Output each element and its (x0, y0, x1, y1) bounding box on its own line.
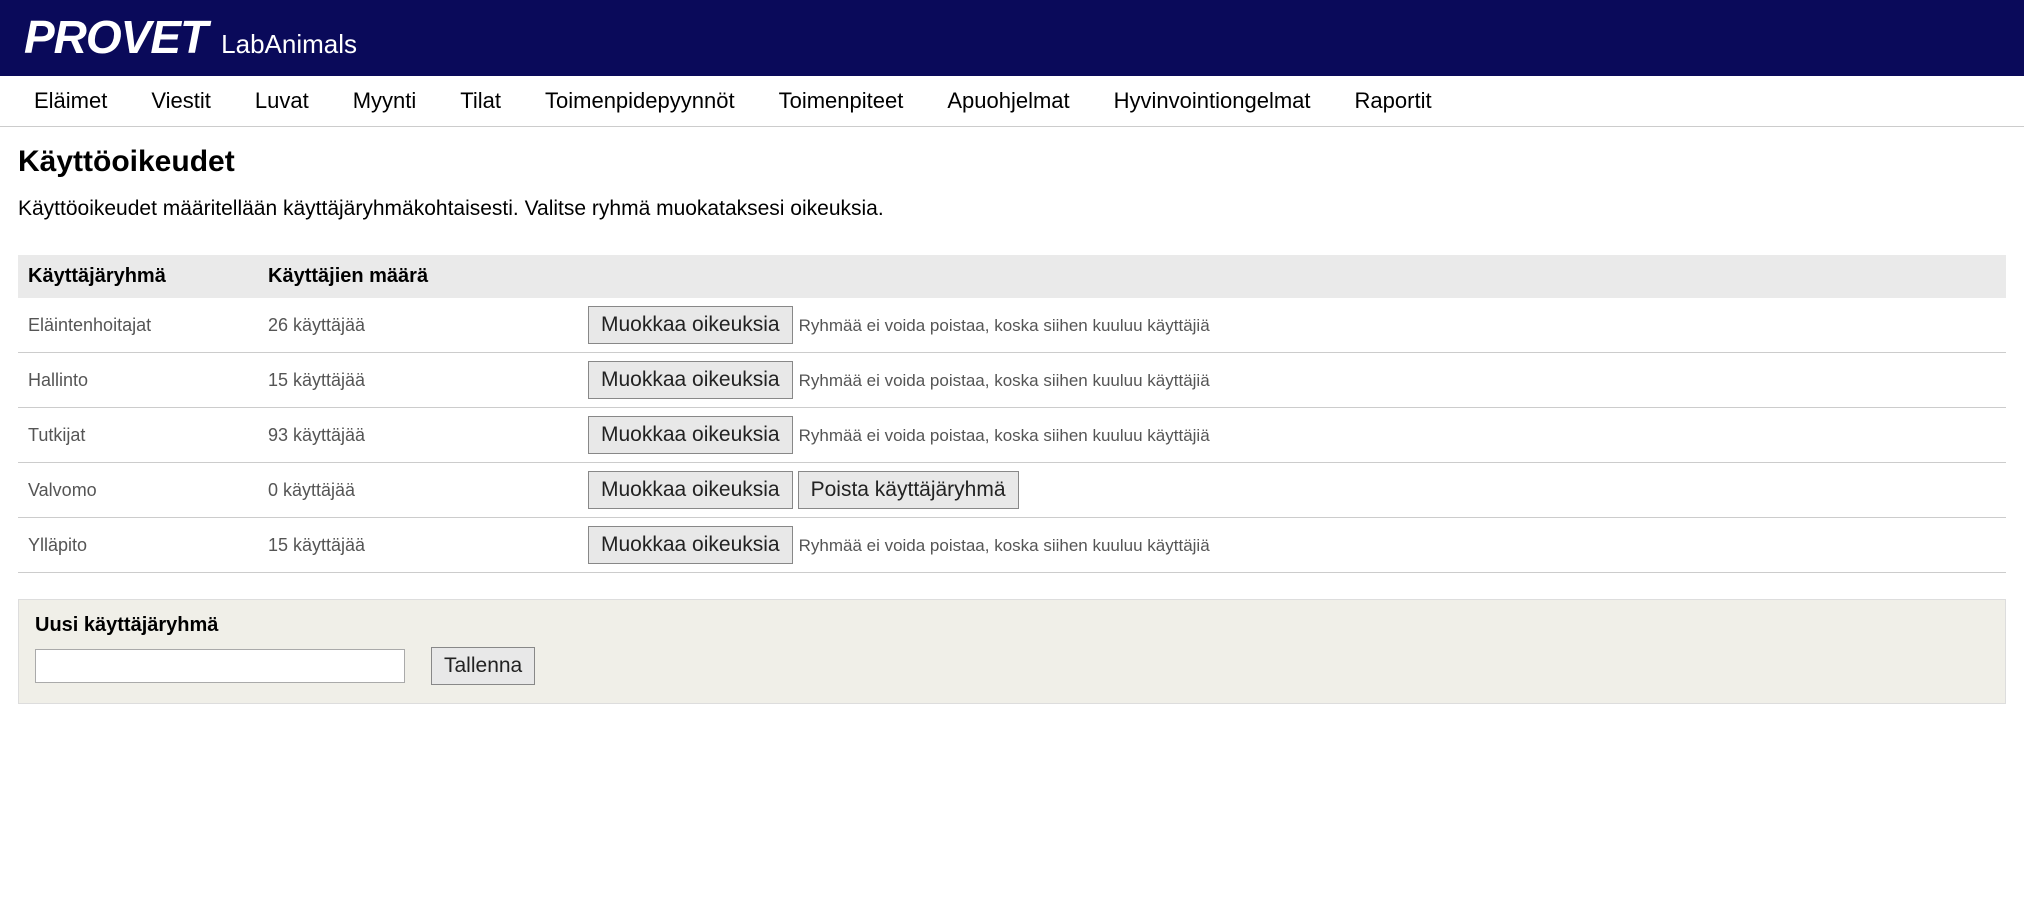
cannot-delete-note: Ryhmää ei voida poistaa, koska siihen ku… (799, 371, 1210, 390)
table-row: Tutkijat93 käyttäjää Muokkaa oikeuksia Ryh… (18, 408, 2006, 463)
page-title: Käyttöoikeudet (18, 145, 2006, 179)
group-count: 15 käyttäjää (258, 353, 578, 408)
edit-permissions-button[interactable]: Muokkaa oikeuksia (588, 306, 793, 344)
table-row: Ylläpito15 käyttäjää Muokkaa oikeuksia Ryh… (18, 518, 2006, 573)
table-row: Eläintenhoitajat26 käyttäjääMuokkaa oike… (18, 298, 2006, 353)
nav-item-elainmet[interactable]: Eläimet (12, 76, 129, 126)
save-button[interactable]: Tallenna (431, 647, 535, 685)
new-group-title: Uusi käyttäjäryhmä (35, 614, 1989, 637)
group-actions: Muokkaa oikeuksia Poista käyttäjäryhmä (578, 463, 2006, 518)
group-actions: Muokkaa oikeuksia Ryhmää ei voida poistaa… (578, 353, 2006, 408)
app-subtitle: LabAnimals (221, 29, 357, 60)
edit-permissions-button[interactable]: Muokkaa oikeuksia (588, 471, 793, 509)
table-header-group: Käyttäjäryhmä (18, 255, 258, 298)
content: Käyttöoikeudet Käyttöoikeudet määritellä… (0, 127, 2024, 744)
cannot-delete-note: Ryhmää ei voida poistaa, koska siihen ku… (799, 536, 1210, 555)
group-actions: Muokkaa oikeuksia Ryhmää ei voida poistaa… (578, 518, 2006, 573)
table-header-actions (578, 255, 2006, 298)
group-name: Tutkijat (18, 408, 258, 463)
group-actions: Muokkaa oikeuksia Ryhmää ei voida poistaa… (578, 408, 2006, 463)
cannot-delete-note: Ryhmää ei voida poistaa, koska siihen ku… (799, 426, 1210, 445)
group-name: Hallinto (18, 353, 258, 408)
edit-permissions-button[interactable]: Muokkaa oikeuksia (588, 416, 793, 454)
groups-table: Käyttäjäryhmä Käyttäjien määrä Eläintenh… (18, 255, 2006, 573)
nav-item-viestit[interactable]: Viestit (129, 76, 233, 126)
nav-item-hyvinvointiongelmat[interactable]: Hyvinvointiongelmat (1092, 76, 1333, 126)
delete-group-button[interactable]: Poista käyttäjäryhmä (798, 471, 1019, 509)
nav-item-myynti[interactable]: Myynti (331, 76, 439, 126)
nav-item-tilat[interactable]: Tilat (438, 76, 523, 126)
group-count: 0 käyttäjää (258, 463, 578, 518)
page-description: Käyttöoikeudet määritellään käyttäjäryhm… (18, 197, 2006, 221)
nav-item-raportit[interactable]: Raportit (1333, 76, 1454, 126)
table-header-count: Käyttäjien määrä (258, 255, 578, 298)
group-name: Eläintenhoitajat (18, 298, 258, 353)
cannot-delete-note: Ryhmää ei voida poistaa, koska siihen ku… (799, 316, 1210, 335)
app-header: PROVET LabAnimals (0, 0, 2024, 76)
table-row: Valvomo0 käyttäjääMuokkaa oikeuksia Pois… (18, 463, 2006, 518)
new-group-panel: Uusi käyttäjäryhmä Tallenna (18, 599, 2006, 704)
nav-item-apuohjelmat[interactable]: Apuohjelmat (925, 76, 1091, 126)
table-row: Hallinto15 käyttäjää Muokkaa oikeuksia Ryh… (18, 353, 2006, 408)
nav-item-toimenpiteet[interactable]: Toimenpiteet (757, 76, 926, 126)
group-count: 93 käyttäjää (258, 408, 578, 463)
edit-permissions-button[interactable]: Muokkaa oikeuksia (588, 361, 793, 399)
group-actions: Muokkaa oikeuksia Ryhmää ei voida poistaa… (578, 298, 2006, 353)
group-name: Ylläpito (18, 518, 258, 573)
nav-item-toimenpidepyynnot[interactable]: Toimenpidepyynnöt (523, 76, 757, 126)
nav-item-luvat[interactable]: Luvat (233, 76, 331, 126)
new-group-input[interactable] (35, 649, 405, 683)
group-count: 26 käyttäjää (258, 298, 578, 353)
group-name: Valvomo (18, 463, 258, 518)
edit-permissions-button[interactable]: Muokkaa oikeuksia (588, 526, 793, 564)
app-logo: PROVET (24, 10, 207, 64)
group-count: 15 käyttäjää (258, 518, 578, 573)
main-nav: Eläimet Viestit Luvat Myynti Tilat Toime… (0, 76, 2024, 127)
